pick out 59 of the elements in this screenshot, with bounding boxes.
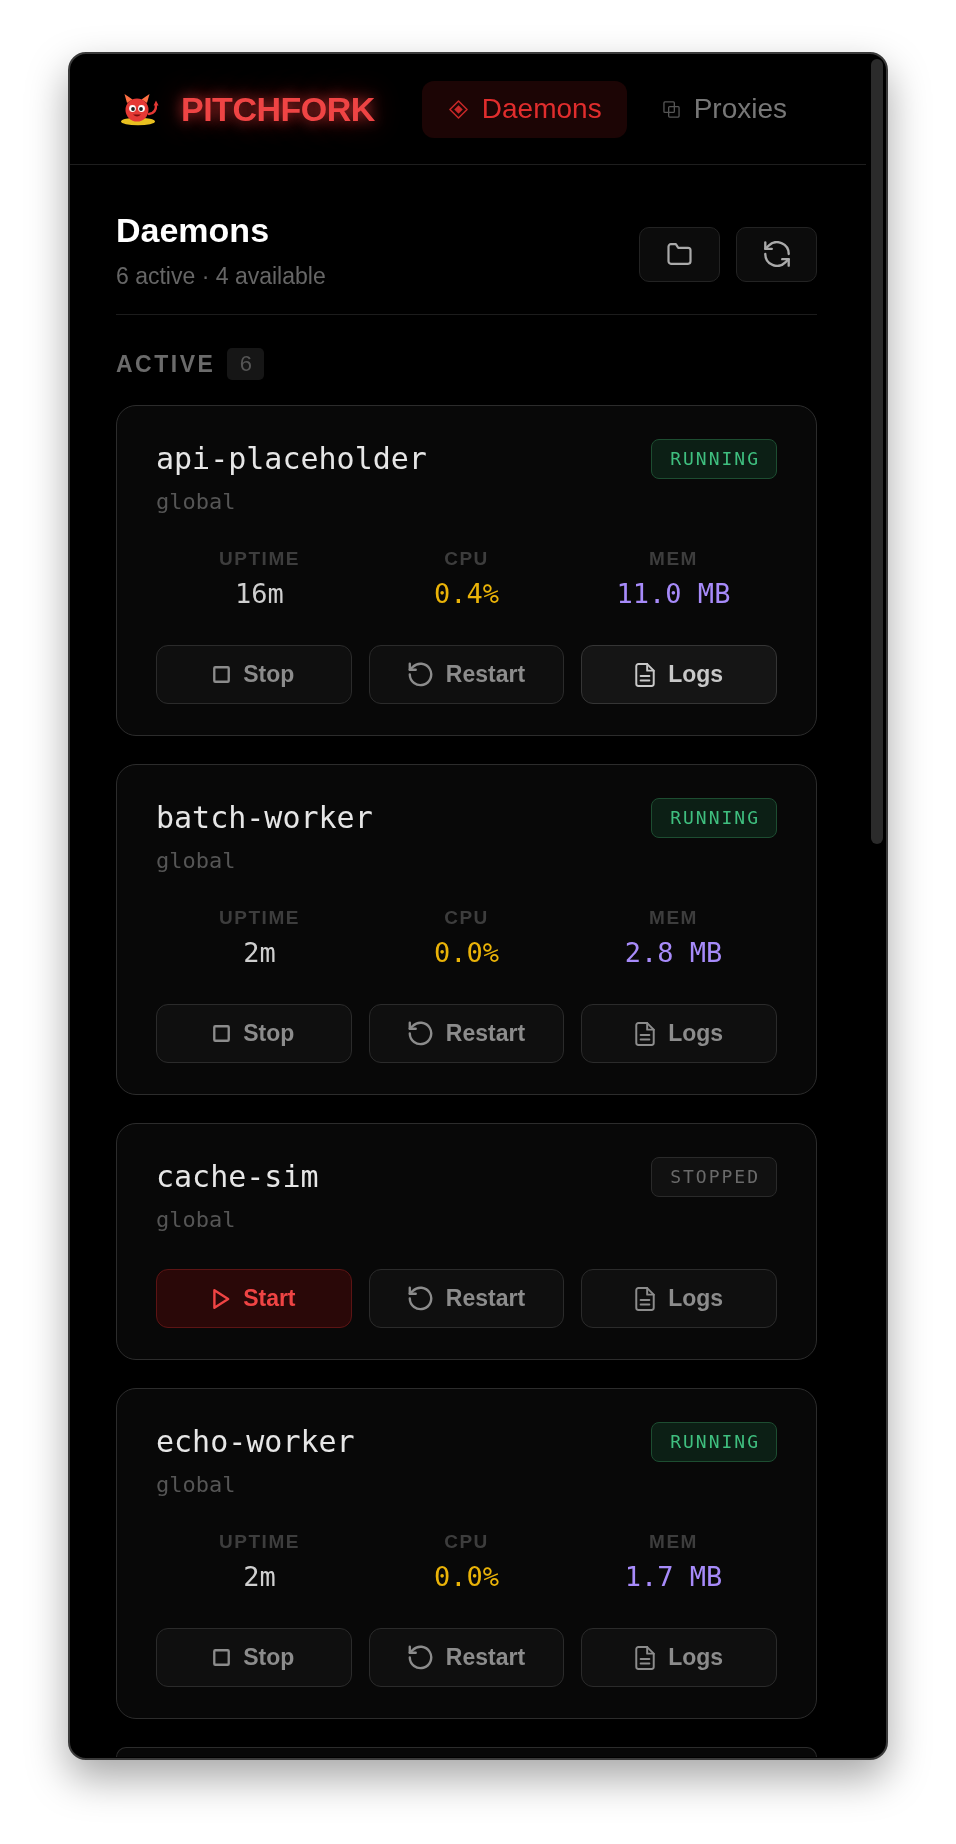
daemon-scope: global (156, 489, 236, 515)
logs-button[interactable]: Logs (581, 645, 777, 704)
square-icon (213, 666, 231, 683)
square-icon (213, 1649, 231, 1666)
stat-value: 2m (243, 938, 276, 968)
overlapping-squares-icon (662, 100, 680, 118)
restart-button[interactable]: Restart (368, 1628, 565, 1687)
refresh-icon (763, 241, 790, 267)
logs-button[interactable]: Logs (581, 1004, 777, 1063)
logs-button[interactable]: Logs (581, 1628, 777, 1687)
open-folder-button[interactable] (639, 226, 720, 282)
stat-value: 0.0% (434, 1562, 499, 1592)
app-logo: PITCHFORK (181, 88, 375, 130)
document-icon (635, 1021, 656, 1046)
daemon-name: echo-worker (156, 1423, 355, 1461)
refresh-button[interactable] (736, 226, 817, 282)
document-icon (635, 1286, 656, 1311)
count-badge: 6 (227, 348, 265, 380)
page-title: Daemons (116, 210, 270, 251)
stop-button[interactable]: Stop (156, 645, 352, 704)
stat-value: 2.8 MB (624, 938, 723, 968)
status-badge: RUNNING (651, 798, 777, 838)
document-icon (635, 662, 656, 687)
page-subtitle: 6 active · 4 available (116, 262, 326, 290)
stat-value: 2m (243, 1562, 276, 1592)
section-heading: ACTIVE (116, 349, 216, 379)
diamond-icon (448, 99, 468, 119)
document-icon (635, 1645, 656, 1670)
stat-value: 11.0 MB (616, 579, 731, 609)
daemon-scope: global (156, 848, 236, 874)
restart-icon (407, 662, 433, 687)
daemon-name: cache-sim (156, 1158, 319, 1196)
play-icon (212, 1287, 231, 1310)
restart-button[interactable]: Restart (368, 1004, 565, 1063)
nav-tab[interactable]: Proxies (635, 80, 813, 138)
restart-button[interactable]: Restart (368, 1269, 565, 1328)
daemon-name: batch-worker (156, 799, 373, 837)
nav-tab[interactable]: Daemons (421, 80, 627, 138)
daemon-scope: global (156, 1207, 236, 1233)
stat-value: 0.4% (434, 579, 499, 609)
start-button[interactable]: Start (156, 1269, 352, 1328)
status-badge: STOPPED (651, 1157, 777, 1197)
restart-button[interactable]: Restart (368, 645, 565, 704)
stop-button[interactable]: Stop (156, 1004, 352, 1063)
folder-icon (666, 243, 693, 265)
daemon-scope: global (156, 1472, 236, 1498)
status-badge: RUNNING (651, 439, 777, 479)
scrollbar-thumb[interactable] (871, 59, 883, 844)
status-badge: RUNNING (651, 1422, 777, 1462)
restart-icon (407, 1286, 433, 1311)
restart-icon (407, 1021, 433, 1046)
daemon-name: api-placeholder (156, 440, 427, 478)
restart-icon (407, 1645, 433, 1670)
stat-value: 0.0% (434, 938, 499, 968)
stat-value: 1.7 MB (624, 1562, 723, 1592)
square-icon (213, 1025, 231, 1042)
stop-button[interactable]: Stop (156, 1628, 352, 1687)
logs-button[interactable]: Logs (581, 1269, 777, 1328)
stat-value: 16m (235, 579, 284, 609)
